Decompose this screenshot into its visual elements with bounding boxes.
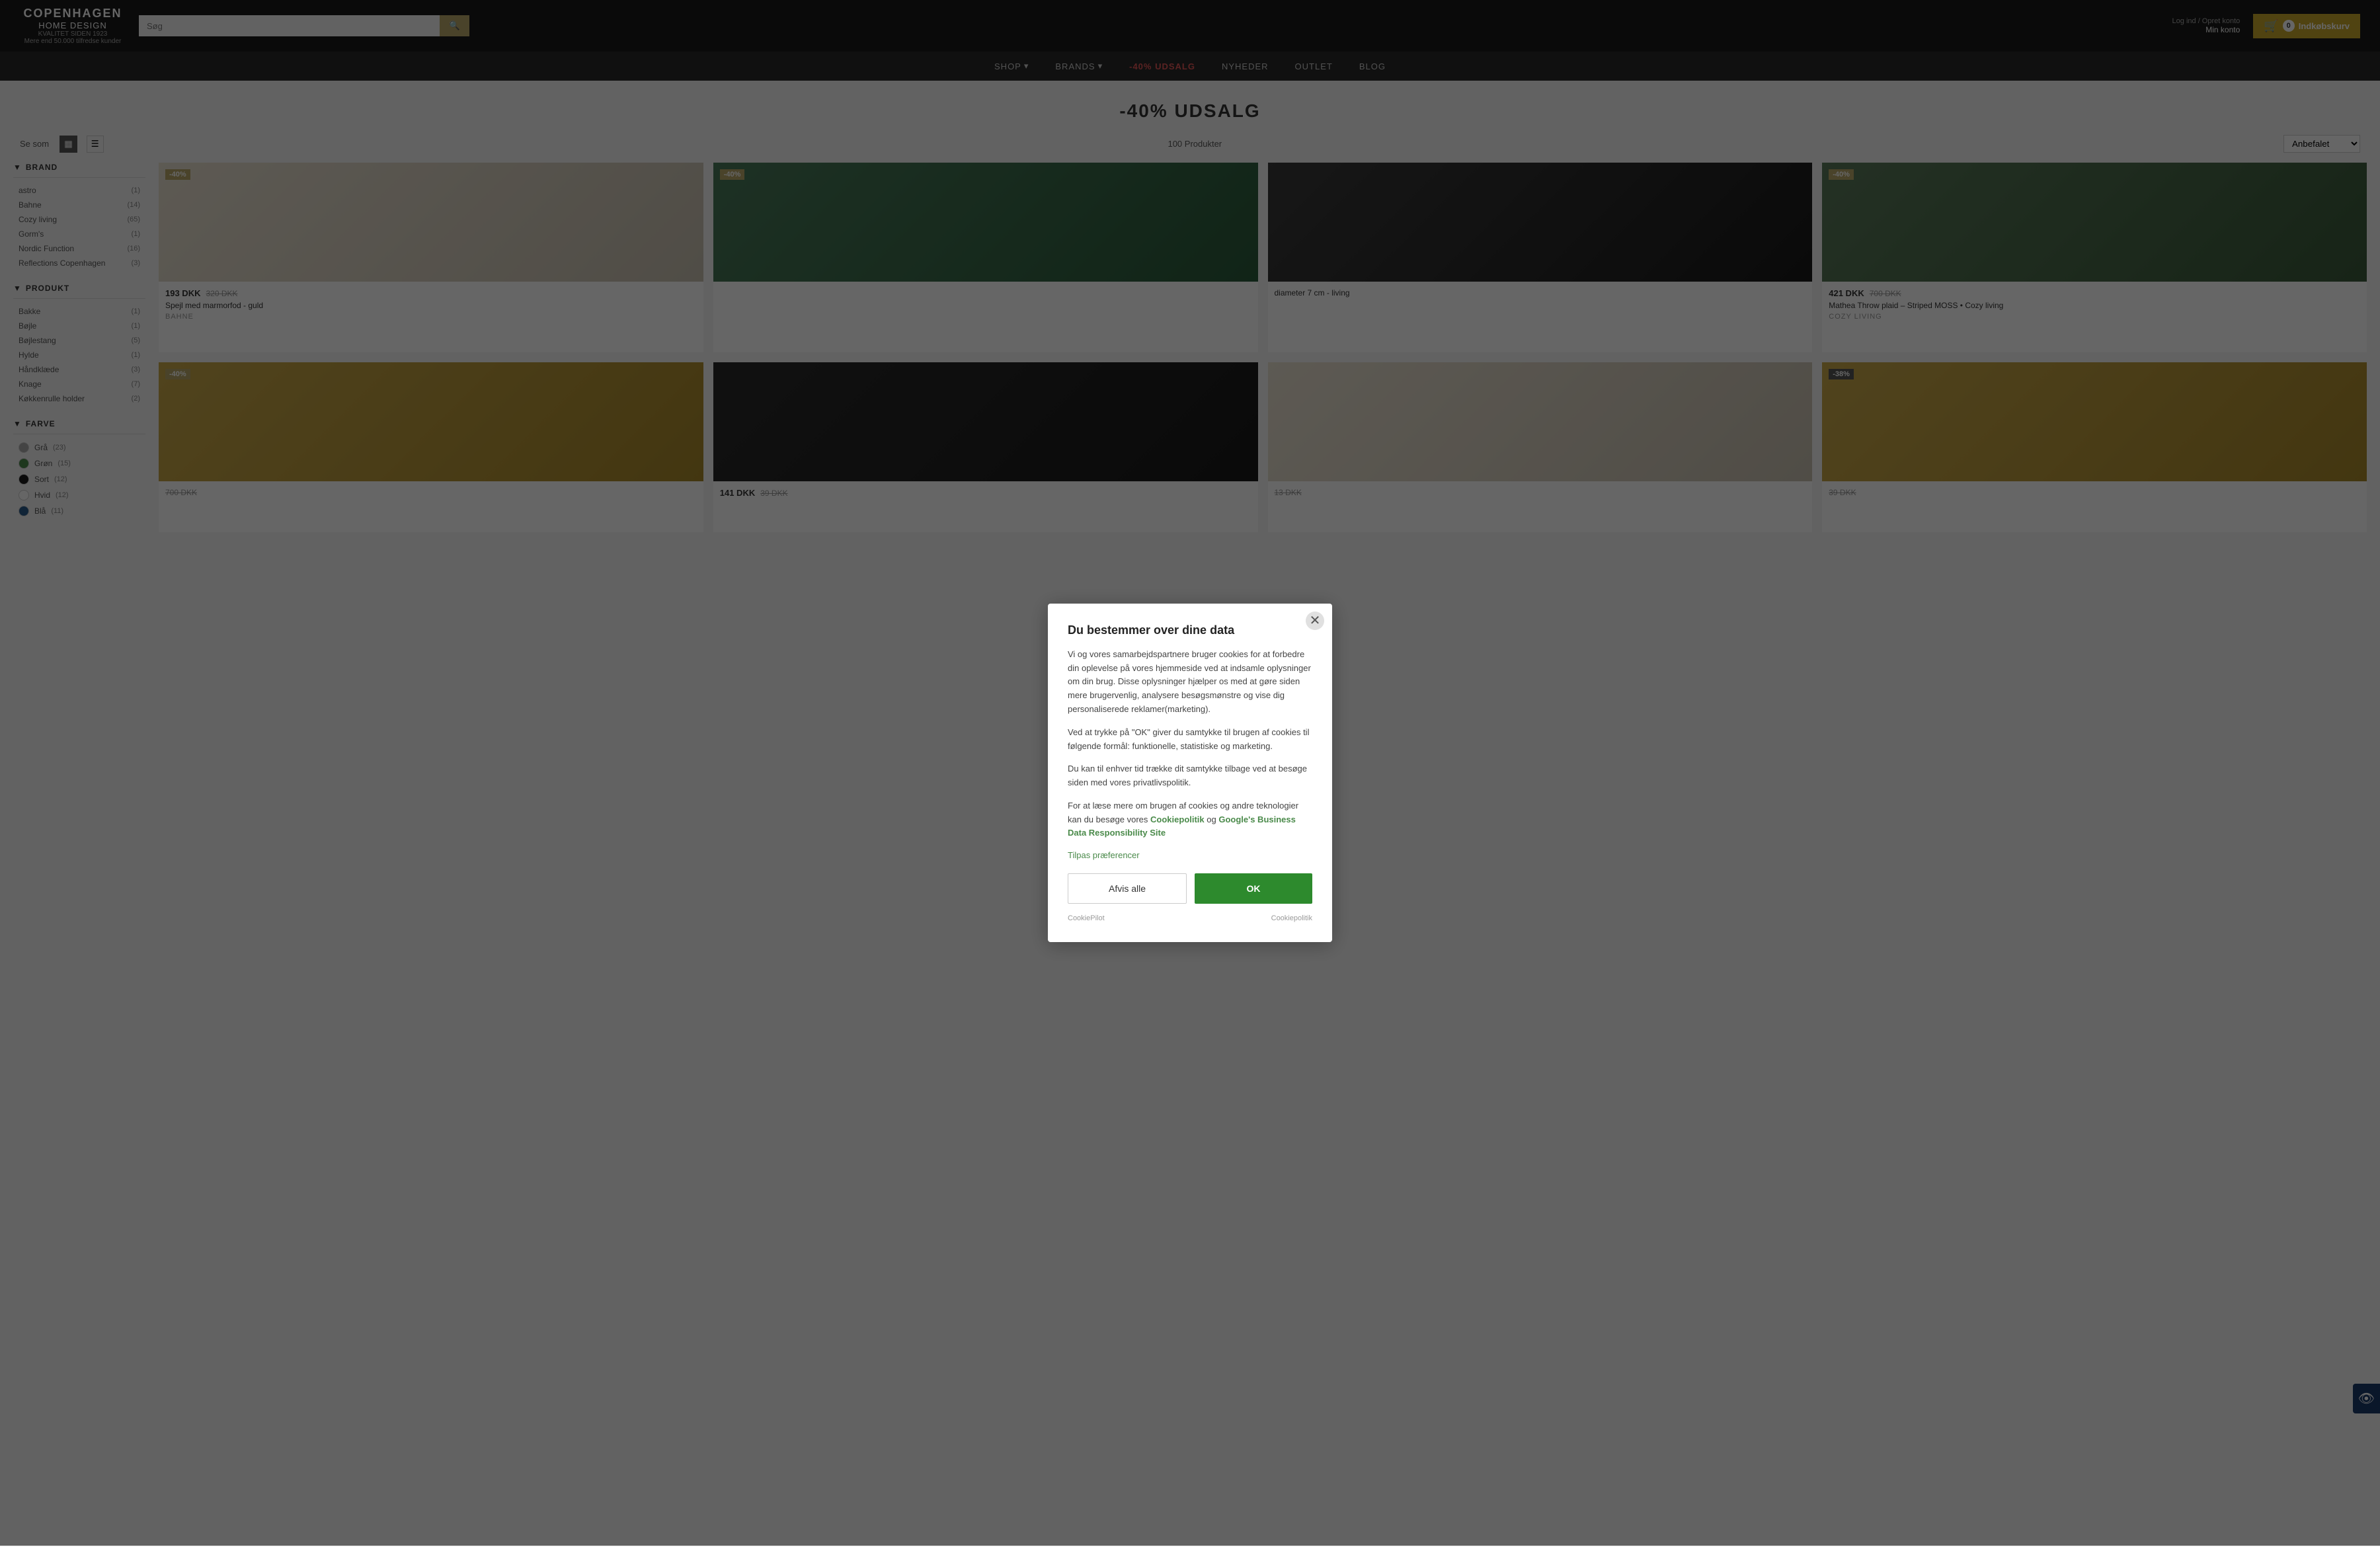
customize-link[interactable]: Tilpas præferencer — [1068, 850, 1140, 860]
reject-button[interactable]: Afvis alle — [1068, 873, 1187, 904]
modal-paragraph-4: For at læse mere om brugen af cookies og… — [1068, 799, 1312, 840]
modal-paragraph-3: Du kan til enhver tid trække dit samtykk… — [1068, 762, 1312, 790]
accept-button[interactable]: OK — [1195, 873, 1312, 904]
modal-paragraph-2: Ved at trykke på "OK" giver du samtykke … — [1068, 726, 1312, 754]
cookiepolitik-link[interactable]: Cookiepolitik — [1150, 814, 1205, 824]
og-text: og — [1205, 814, 1219, 824]
modal-title: Du bestemmer over dine data — [1068, 623, 1312, 637]
cookie-overlay: ✕ Du bestemmer over dine data Vi og vore… — [0, 0, 2380, 1546]
modal-buttons: Afvis alle OK — [1068, 873, 1312, 904]
modal-footer: CookiePilot Cookiepolitik — [1068, 914, 1312, 922]
footer-cookiepilot-link[interactable]: CookiePilot — [1068, 914, 1105, 922]
modal-close-button[interactable]: ✕ — [1306, 612, 1324, 630]
modal-paragraph-1: Vi og vores samarbejdspartnere bruger co… — [1068, 648, 1312, 717]
cookie-modal: ✕ Du bestemmer over dine data Vi og vore… — [1048, 604, 1332, 943]
footer-cookiepolitik-link[interactable]: Cookiepolitik — [1271, 914, 1312, 922]
